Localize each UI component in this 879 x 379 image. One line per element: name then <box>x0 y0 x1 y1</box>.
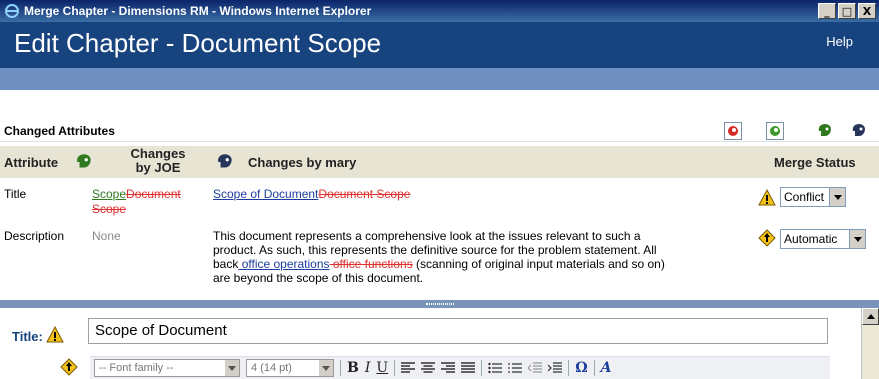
align-center-icon[interactable] <box>421 362 436 374</box>
align-left-icon[interactable] <box>401 362 416 374</box>
attribute-name: Title <box>4 187 27 201</box>
vertical-scrollbar[interactable] <box>861 308 879 379</box>
mary-change: Scope of DocumentDocument Scope <box>213 187 410 201</box>
window-title: Merge Chapter - Dimensions RM - Windows … <box>24 4 372 18</box>
title-label: Title: <box>12 325 65 347</box>
bullet-list-icon[interactable] <box>488 362 503 374</box>
column-header-row: Attribute Changes by JOE Changes by mary… <box>0 146 879 178</box>
changes-by-mary-header: Changes by mary <box>248 155 357 170</box>
minimize-button[interactable]: _ <box>818 3 836 19</box>
maximize-button[interactable]: □ <box>838 3 856 19</box>
align-justify-icon[interactable] <box>461 362 476 374</box>
changes-by-joe-line2: by JOE <box>135 160 181 175</box>
font-size-value: 4 (14 pt) <box>251 362 292 374</box>
italic-button[interactable]: I <box>365 360 371 376</box>
mary-text: This document represents a comprehensive… <box>213 229 641 243</box>
toolbar-separator <box>593 360 595 376</box>
attribute-name: Description <box>4 229 65 243</box>
merge-content: Changed Attributes Attribute Changes by … <box>0 90 879 301</box>
table-row: Description None This document represent… <box>0 229 879 295</box>
title-input[interactable]: Scope of Document <box>88 318 828 344</box>
mary-deleted-text: Document Scope <box>318 187 411 201</box>
mary-inserted-text: office operations <box>238 257 330 271</box>
merge-status-select[interactable]: Automatic <box>780 229 866 249</box>
auto-merge-icon <box>758 229 776 250</box>
outdent-icon[interactable] <box>528 362 543 374</box>
mary-text: product. As such, this represents the de… <box>213 243 657 257</box>
changed-attributes-label: Changed Attributes <box>4 124 115 138</box>
font-family-select[interactable]: -- Font family -- <box>94 359 240 377</box>
joe-inserted-text: Scope <box>92 187 127 201</box>
font-family-value: -- Font family -- <box>99 362 174 374</box>
pane-splitter[interactable] <box>0 300 879 308</box>
warning-icon <box>758 188 776 210</box>
chevron-down-icon <box>319 360 333 376</box>
mary-head-icon <box>215 152 235 175</box>
help-link[interactable]: Help <box>826 34 853 49</box>
ie-logo-icon <box>4 3 20 19</box>
page-header: Edit Chapter - Document Scope Help <box>0 22 879 90</box>
chevron-down-icon <box>225 360 239 376</box>
changed-attributes-bar: Changed Attributes <box>0 120 879 142</box>
changes-by-joe-line1: Changes <box>130 146 186 161</box>
scroll-up-button[interactable] <box>862 308 879 325</box>
mary-inserted-text: Scope of Document <box>213 187 319 201</box>
page-title: Edit Chapter - Document Scope <box>14 28 382 58</box>
warning-icon <box>46 325 65 347</box>
toolbar-separator <box>481 360 483 376</box>
header-subbar <box>0 68 879 90</box>
mary-text: back <box>213 257 239 271</box>
accept-change-button[interactable] <box>766 122 784 140</box>
underline-button[interactable]: U <box>376 360 388 376</box>
chevron-down-icon <box>829 188 845 206</box>
joe-change: None <box>92 229 121 243</box>
mary-text: are beyond the scope of this document. <box>213 271 424 285</box>
close-button[interactable]: X <box>858 3 876 19</box>
align-right-icon[interactable] <box>441 362 456 374</box>
title-label-text: Title: <box>12 329 43 344</box>
toolbar-separator <box>568 360 570 376</box>
joe-deleted-text: Document <box>126 187 181 201</box>
accept-all-mary-button[interactable] <box>850 122 868 140</box>
table-row: Title ScopeDocument Scope Scope of Docum… <box>0 187 879 227</box>
green-face-icon <box>770 126 780 136</box>
chevron-up-icon <box>866 314 875 319</box>
splitter-grip <box>425 303 454 305</box>
attribute-column-header: Attribute <box>4 155 59 170</box>
red-face-icon <box>728 126 738 136</box>
accept-all-joe-button[interactable] <box>816 122 834 140</box>
joe-change: ScopeDocument Scope <box>92 187 202 217</box>
editor-toolbar: -- Font family -- 4 (14 pt) B I U Ω A <box>90 356 830 379</box>
chevron-down-icon <box>849 230 865 248</box>
editor-inner: Title: Scope of Document -- Font family … <box>0 308 861 379</box>
auto-merge-icon <box>60 358 78 379</box>
joe-head-icon <box>818 124 831 136</box>
numbered-list-icon[interactable] <box>508 362 523 374</box>
toolbar-separator <box>394 360 396 376</box>
changes-by-joe-header: Changes by JOE <box>118 147 198 175</box>
bold-button[interactable]: B <box>347 360 359 376</box>
format-button[interactable]: A <box>601 360 612 376</box>
merge-status-select[interactable]: Conflict <box>780 187 846 207</box>
editor-pane: Title: Scope of Document -- Font family … <box>0 308 879 379</box>
toolbar-separator <box>340 360 341 376</box>
mary-change: This document represents a comprehensive… <box>213 229 743 285</box>
special-character-button[interactable]: Ω <box>575 360 587 376</box>
font-size-select[interactable]: 4 (14 pt) <box>246 359 334 377</box>
merge-status-value: Conflict <box>784 190 825 204</box>
window-titlebar: Merge Chapter - Dimensions RM - Windows … <box>0 0 879 22</box>
joe-deleted-text-2: Scope <box>92 202 127 216</box>
joe-head-icon <box>74 152 94 175</box>
mary-text: (scanning of original input materials an… <box>412 257 665 271</box>
mary-deleted-text: office functions <box>329 257 413 271</box>
merge-status-value: Automatic <box>784 232 838 246</box>
mary-head-icon <box>852 124 865 136</box>
reject-change-button[interactable] <box>724 122 742 140</box>
indent-icon[interactable] <box>548 362 563 374</box>
merge-status-header: Merge Status <box>774 155 856 170</box>
